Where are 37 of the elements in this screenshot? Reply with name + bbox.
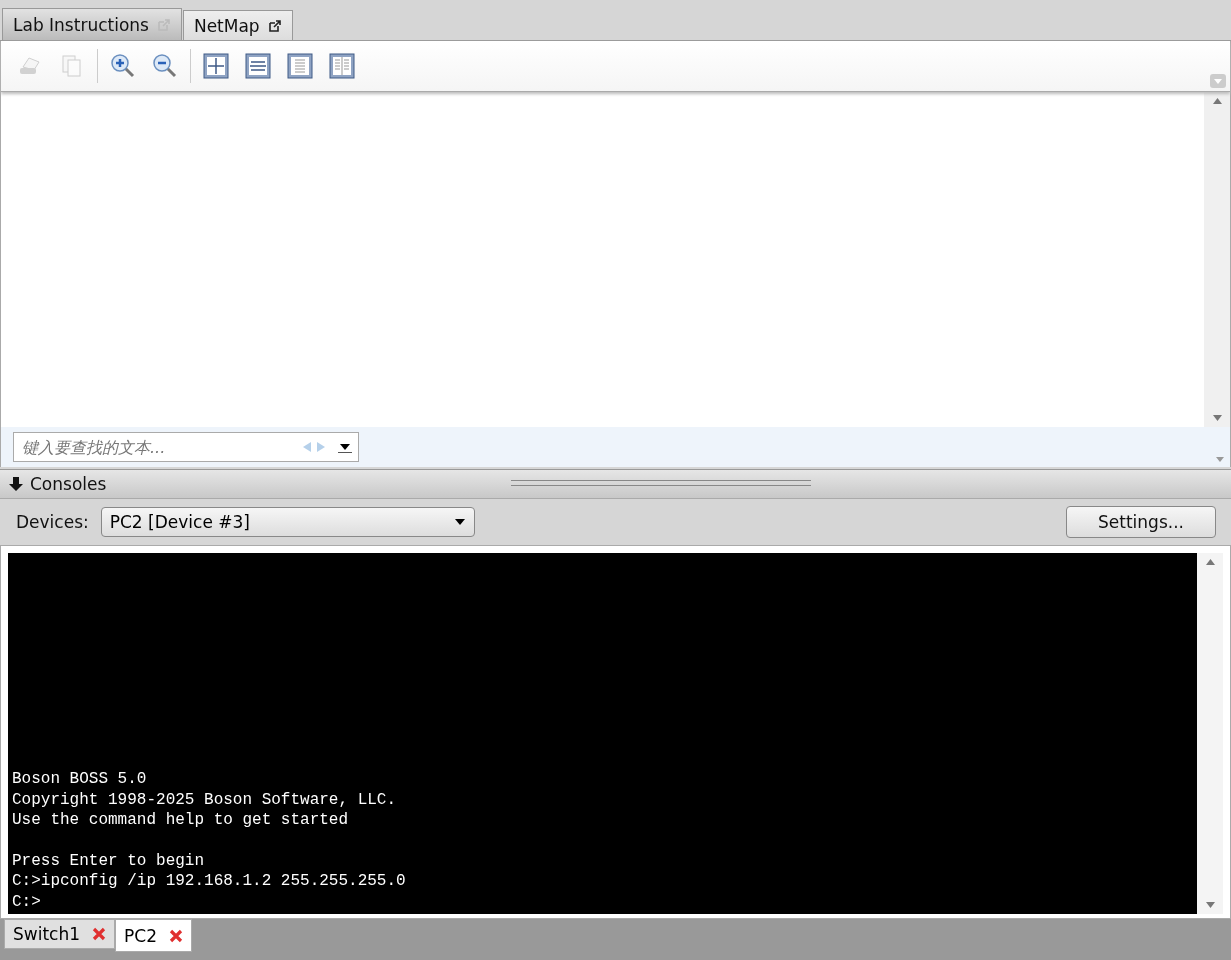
dropdown-icon[interactable] [453,518,466,526]
fit-page-icon[interactable] [203,53,229,79]
terminal-line: Use the command help to get started [12,810,350,831]
scroll-down-icon[interactable] [1205,902,1215,908]
scroll-up-icon[interactable] [1205,559,1215,565]
scrollbar[interactable] [1204,92,1230,427]
scrollbar[interactable] [1197,553,1223,914]
scroll-up-icon[interactable] [1212,98,1222,104]
device-dropdown[interactable]: PC2 [Device #3] [100,507,475,537]
console-tab[interactable]: Switch1 [4,919,116,949]
terminal-line: C:> [12,891,42,912]
settings-button[interactable]: Settings... [1066,506,1216,538]
close-icon[interactable] [168,928,183,943]
fit-width-icon[interactable] [245,53,271,79]
panel-title: Consoles [30,474,107,494]
resize-handle[interactable] [511,480,811,486]
external-link-icon[interactable] [267,18,282,33]
terminal[interactable]: Boson BOSS 5.0 Copyright 1998-2025 Boson Software, LLC. Use the command help to get started Press Enter to begin C:>ipconfig /ip 192.168.1.2 255.255.255.0 C:> [8,553,1197,914]
terminal-line: Press Enter to begin [12,850,206,871]
consoles-header[interactable]: Consoles [0,469,1231,498]
document-tab[interactable]: Lab Instructions [2,8,182,40]
console-tab[interactable]: PC2 [115,919,192,952]
dropdown-icon[interactable] [338,441,352,453]
search-field[interactable]: 键入要查找的文本... [13,432,359,462]
single-page-icon[interactable] [287,53,313,79]
terminal-line: C:>ipconfig /ip 192.168.1.2 255.255.255.0 [12,871,407,892]
close-icon[interactable] [92,927,107,941]
zoom-out-icon[interactable] [152,53,178,79]
terminal-line: Boson BOSS 5.0 [12,769,148,790]
document-tab[interactable]: NetMap [182,10,293,40]
down-arrow-icon[interactable] [8,476,24,492]
scroll-down-icon[interactable] [1214,454,1226,464]
scroll-down-icon[interactable] [1212,415,1222,421]
devices-label: Devices: [16,512,89,532]
zoom-in-icon[interactable] [110,53,136,79]
two-pages-icon[interactable] [329,53,355,79]
terminal-line: Copyright 1998-2025 Boson Software, LLC. [12,789,398,810]
